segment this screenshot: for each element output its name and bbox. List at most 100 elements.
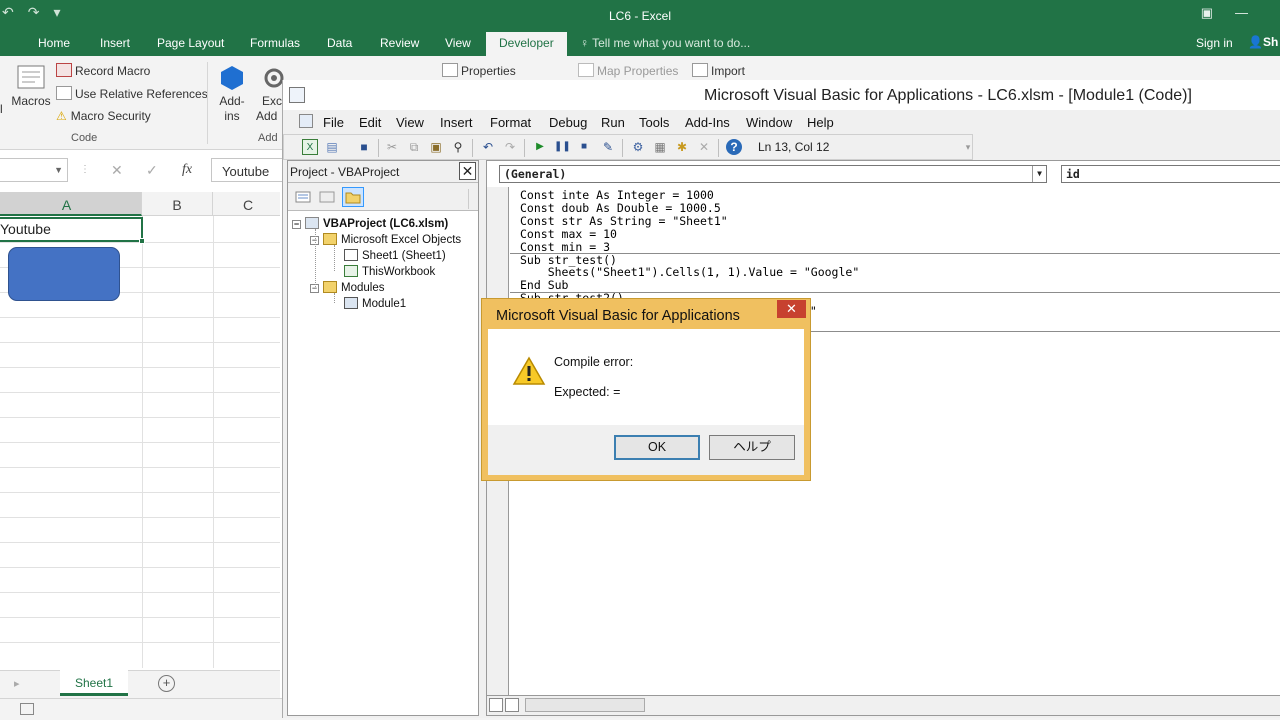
tree-modules[interactable]: − Modules [310,281,384,294]
paste-icon[interactable]: ▣ [428,139,444,155]
excel-icon[interactable]: X [302,139,318,155]
tab-home[interactable]: Home [38,36,70,50]
share-button[interactable]: 👤Sh [1248,35,1278,49]
dialog-close-button[interactable]: ✕ [777,300,806,318]
column-header-a[interactable]: A [0,192,142,216]
toolbar-separator [524,139,525,157]
horizontal-scrollbar[interactable] [525,698,645,712]
toolbox-icon[interactable]: ✕ [696,139,712,155]
help-icon[interactable]: ? [726,139,742,155]
object-combo[interactable]: (General) ▼ [499,165,1047,183]
formula-input[interactable]: Youtube [211,158,291,182]
tree-module1[interactable]: Module1 [344,297,406,310]
menu-view[interactable]: View [396,115,424,130]
fill-handle[interactable] [139,238,145,244]
tree-thisworkbook-label: ThisWorkbook [362,266,436,278]
copy-icon[interactable]: ⧉ [406,139,422,155]
collapse-icon[interactable]: − [292,220,301,229]
code-line: Const str As String = "Sheet1" [520,213,728,228]
tab-developer[interactable]: Developer [486,32,567,56]
tab-review[interactable]: Review [380,36,419,50]
redo-icon[interactable]: ↷ [502,139,518,155]
name-box[interactable]: ▼ [0,158,68,182]
menu-add-ins[interactable]: Add-Ins [685,115,730,130]
view-object-button[interactable] [316,187,338,207]
tree-thisworkbook[interactable]: ThisWorkbook [344,265,435,278]
use-relative-references-button[interactable]: Use Relative References [56,86,208,101]
tab-insert[interactable]: Insert [100,36,130,50]
menu-window[interactable]: Window [746,115,792,130]
menu-edit[interactable]: Edit [359,115,381,130]
find-icon[interactable]: ⚲ [450,139,466,155]
macro-record-status-icon[interactable] [20,703,34,715]
gridline [0,317,280,318]
tab-view[interactable]: View [445,36,471,50]
enter-icon[interactable]: ✓ [146,162,158,179]
toolbar-overflow-icon[interactable]: ▾ [960,139,976,155]
procedure-combo[interactable]: id [1061,165,1280,183]
menu-tools[interactable]: Tools [639,115,669,130]
undo-icon[interactable]: ↶ [480,139,496,155]
menu-format[interactable]: Format [490,115,531,130]
project-explorer-title: Project - VBAProject [290,165,400,179]
import-button[interactable]: Import [692,63,745,78]
map-properties-button[interactable]: Map Properties [578,63,678,78]
active-cell-a1[interactable]: Youtube [0,217,145,244]
properties-button[interactable]: Properties [442,63,516,78]
run-icon[interactable]: ▶ [532,139,548,155]
sheet-tab-sheet1[interactable]: Sheet1 [60,670,128,696]
tell-me-search[interactable]: ♀ Tell me what you want to do... [580,36,750,50]
object-browser-icon[interactable]: ✱ [674,139,690,155]
reset-icon[interactable]: ■ [576,139,592,155]
toggle-folders-button[interactable] [342,187,364,207]
chevron-down-icon[interactable]: ▼ [1032,166,1046,182]
column-header-c[interactable]: C [213,192,280,216]
cut-icon[interactable]: ✂ [384,139,400,155]
break-icon[interactable]: ❚❚ [554,139,571,155]
macros-label: Macros [11,94,51,108]
cancel-icon[interactable]: ✕ [111,162,123,179]
worksheet-grid[interactable]: A B C Youtube [0,192,280,668]
macros-button[interactable]: Macros [10,64,52,109]
properties-label: Properties [461,64,516,78]
window-controls[interactable]: ▣— [1201,5,1270,21]
tree-sheet1[interactable]: Sheet1 (Sheet1) [344,249,446,262]
view-code-button[interactable] [292,187,314,207]
menu-file[interactable]: File [323,115,344,130]
tree-excel-objects[interactable]: − Microsoft Excel Objects [310,233,461,246]
code-line: Const min = 3 [520,239,611,254]
menu-run[interactable]: Run [601,115,625,130]
close-icon[interactable]: ✕ [459,162,476,180]
ok-button[interactable]: OK [614,435,700,460]
insert-userform-icon[interactable]: ▤ [324,139,340,155]
warning-icon [512,356,546,385]
properties-window-icon[interactable]: ▦ [652,139,668,155]
vbe-menu-bar: File Edit View Insert Format Debug Run T… [283,110,1280,134]
tab-data[interactable]: Data [327,36,352,50]
folder-icon [323,233,337,245]
save-icon[interactable]: ■ [356,139,372,155]
menu-debug[interactable]: Debug [549,115,587,130]
vbe-app-icon [289,87,305,103]
design-mode-icon[interactable]: ✎ [600,139,616,155]
sign-in-link[interactable]: Sign in [1196,36,1233,50]
rounded-rectangle-shape[interactable] [8,247,120,301]
insert-function-icon[interactable]: fx [182,162,192,178]
record-macro-button[interactable]: Record Macro [56,63,150,78]
help-button[interactable]: ヘルプ [709,435,795,460]
tab-formulas[interactable]: Formulas [250,36,300,50]
sheet-nav-arrow-icon[interactable]: ▸ [14,677,20,690]
excel-view-icon[interactable] [299,114,313,128]
visual-basic-button[interactable]: l [0,102,3,117]
procedure-view-icon[interactable] [489,698,503,712]
menu-help[interactable]: Help [807,115,834,130]
project-explorer-icon[interactable]: ⚙ [630,139,646,155]
tab-page-layout[interactable]: Page Layout [157,36,224,50]
macro-security-button[interactable]: ⚠ Macro Security [56,109,151,123]
menu-insert[interactable]: Insert [440,115,473,130]
add-sheet-button[interactable]: + [158,675,175,692]
excel-add-ins-button[interactable]: Exc Add [254,64,284,124]
full-module-view-icon[interactable] [505,698,519,712]
add-ins-button[interactable]: Add- ins [214,64,250,124]
column-header-b[interactable]: B [142,192,213,216]
